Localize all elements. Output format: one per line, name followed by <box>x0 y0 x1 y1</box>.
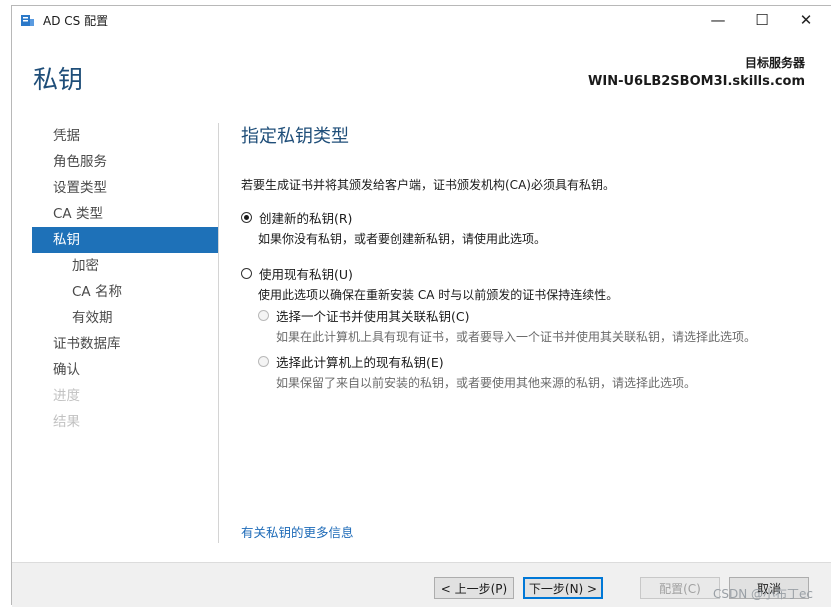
create-new-key-description: 如果你没有私钥，或者要创建新私钥，请使用此选项。 <box>258 232 547 246</box>
select-certificate-description: 如果在此计算机上具有现有证书，或者要导入一个证书并使用其关联私钥，请选择此选项。 <box>276 330 757 344</box>
section-title: 指定私钥类型 <box>241 126 349 147</box>
create-new-key-option[interactable]: 创建新的私钥(R) <box>241 208 352 227</box>
next-button[interactable]: 下一步(N) > <box>523 577 603 599</box>
nav-item-confirmation[interactable]: 确认 <box>32 357 218 383</box>
nav-item-progress: 进度 <box>53 388 80 404</box>
select-existing-key-option[interactable]: 选择此计算机上的现有私钥(E) <box>258 352 444 371</box>
wizard-footer: < 上一步(P) 下一步(N) > 配置(C) 取消 <box>12 562 831 607</box>
use-existing-key-description: 使用此选项以确保在重新安装 CA 时与以前颁发的证书保持连续性。 <box>258 288 619 302</box>
close-button[interactable]: ✕ <box>784 6 828 34</box>
nav-item-ca-name[interactable]: CA 名称 <box>32 279 218 305</box>
target-server-value: WIN-U6LB2SBOM3I.skills.com <box>588 74 805 89</box>
nav-item-role-services[interactable]: 角色服务 <box>32 149 218 175</box>
wizard-nav: 凭据 角色服务 设置类型 CA 类型 私钥 加密 CA 名称 有效期 证书数据库… <box>32 123 218 435</box>
nav-item-certificate-database[interactable]: 证书数据库 <box>32 331 218 357</box>
nav-item-setup-type[interactable]: 设置类型 <box>32 175 218 201</box>
use-existing-key-label: 使用现有私钥(U) <box>259 267 353 282</box>
intro-text: 若要生成证书并将其颁发给客户端，证书颁发机构(CA)必须具有私钥。 <box>241 178 615 192</box>
title-bar[interactable]: AD CS 配置 — ☐ ✕ <box>12 6 831 34</box>
ad-cs-config-window: AD CS 配置 — ☐ ✕ 私钥 目标服务器 WIN-U6LB2SBOM3I.… <box>11 5 831 607</box>
csdn-watermark: CSDN @小布丁ec <box>712 587 813 601</box>
nav-item-credentials[interactable]: 凭据 <box>32 123 218 149</box>
select-existing-key-description: 如果保留了来自以前安装的私钥，或者要使用其他来源的私钥，请选择此选项。 <box>276 376 697 390</box>
previous-button[interactable]: < 上一步(P) <box>434 577 514 599</box>
select-certificate-label: 选择一个证书并使用其关联私钥(C) <box>276 309 470 324</box>
nav-item-results: 结果 <box>53 414 80 430</box>
select-existing-key-radio[interactable] <box>258 356 269 367</box>
nav-item-private-key[interactable]: 私钥 <box>32 227 218 253</box>
select-certificate-radio[interactable] <box>258 310 269 321</box>
use-existing-key-radio[interactable] <box>241 268 252 279</box>
minimize-button[interactable]: — <box>696 6 740 34</box>
window-title: AD CS 配置 <box>43 14 109 28</box>
select-existing-key-label: 选择此计算机上的现有私钥(E) <box>276 355 444 370</box>
create-new-key-radio[interactable] <box>241 212 252 223</box>
maximize-button[interactable]: ☐ <box>740 6 784 34</box>
create-new-key-label: 创建新的私钥(R) <box>259 211 353 226</box>
target-server-label: 目标服务器 <box>744 56 805 70</box>
nav-item-ca-type[interactable]: CA 类型 <box>32 201 218 227</box>
nav-item-validity-period[interactable]: 有效期 <box>32 305 218 331</box>
configure-button[interactable]: 配置(C) <box>640 577 720 599</box>
more-info-link[interactable]: 有关私钥的更多信息 <box>241 522 354 541</box>
page-title: 私钥 <box>33 65 84 94</box>
select-certificate-option[interactable]: 选择一个证书并使用其关联私钥(C) <box>258 306 469 325</box>
nav-divider <box>218 123 219 543</box>
nav-item-cryptography[interactable]: 加密 <box>32 253 218 279</box>
use-existing-key-option[interactable]: 使用现有私钥(U) <box>241 264 353 283</box>
server-manager-icon <box>21 15 34 26</box>
